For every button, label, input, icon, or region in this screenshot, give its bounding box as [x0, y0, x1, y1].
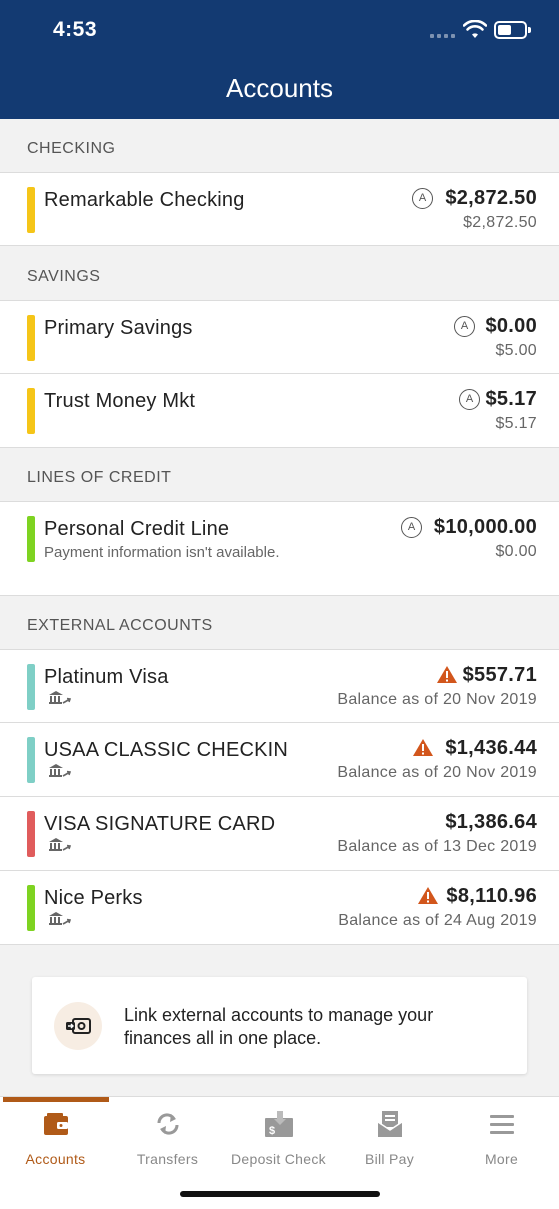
account-color-bar — [27, 664, 35, 710]
available-balance-badge-icon: A — [454, 316, 475, 337]
account-row-remarkable-checking[interactable]: Remarkable Checking A $2,872.50 $2,872.5… — [0, 172, 559, 246]
home-indicator[interactable] — [180, 1191, 380, 1197]
account-name: Primary Savings — [44, 317, 193, 339]
current-balance: $2,872.50 — [463, 214, 537, 231]
balance-as-of: Balance as of 20 Nov 2019 — [337, 764, 537, 781]
account-color-bar — [27, 187, 35, 233]
tab-label: Deposit Check — [231, 1151, 326, 1167]
available-balance-badge-icon: A — [412, 188, 433, 209]
link-account-icon — [54, 1002, 102, 1050]
promo-message: Link external accounts to manage your fi… — [124, 1005, 434, 1048]
account-name: Platinum Visa — [44, 666, 169, 688]
section-header-lines-of-credit: LINES OF CREDIT — [27, 469, 172, 486]
warning-icon[interactable] — [417, 886, 439, 905]
hamburger-menu-icon — [489, 1115, 514, 1134]
warning-icon[interactable] — [412, 738, 434, 757]
external-account-row-nice-perks[interactable]: Nice Perks $8,110.96 Balance as of 24 Au… — [0, 871, 559, 945]
section-header-savings: SAVINGS — [27, 268, 101, 285]
available-balance: $10,000.00 — [433, 516, 537, 538]
available-balance-badge-icon: A — [459, 389, 480, 410]
account-color-bar — [27, 388, 35, 434]
wallet-icon — [43, 1113, 68, 1135]
available-balance: $5.17 — [485, 388, 537, 410]
battery-icon — [494, 21, 531, 39]
bill-envelope-icon — [377, 1111, 402, 1137]
tab-label: Transfers — [136, 1151, 199, 1167]
account-name: Trust Money Mkt — [44, 390, 196, 412]
tab-label: Bill Pay — [364, 1151, 415, 1167]
account-name: Remarkable Checking — [44, 189, 245, 211]
account-subtitle: Payment information isn't available. — [44, 544, 280, 561]
current-balance: $5.00 — [495, 342, 537, 359]
external-account-row-visa-signature-card[interactable]: VISA SIGNATURE CARD $1,386.64 Balance as… — [0, 797, 559, 871]
status-time: 4:53 — [53, 18, 98, 41]
linked-bank-icon — [49, 764, 72, 777]
account-balance: $1,386.64 — [445, 811, 537, 833]
available-balance: $0.00 — [485, 315, 537, 337]
warning-icon[interactable] — [436, 665, 458, 684]
section-header-checking: CHECKING — [27, 140, 116, 157]
external-account-row-usaa-classic-checkin[interactable]: USAA CLASSIC CHECKIN $1,436.44 Balance a… — [0, 723, 559, 797]
account-color-bar — [27, 811, 35, 857]
account-balance: $8,110.96 — [446, 885, 537, 907]
balance-as-of: Balance as of 20 Nov 2019 — [337, 691, 537, 708]
tab-label: Accounts — [25, 1151, 86, 1167]
account-color-bar — [27, 315, 35, 361]
available-balance-badge-icon: A — [401, 517, 422, 538]
current-balance: $5.17 — [495, 415, 537, 432]
app-header: 4:53 Accounts — [0, 0, 559, 119]
account-row-personal-credit-line[interactable]: Personal Credit Line Payment information… — [0, 501, 559, 596]
balance-as-of: Balance as of 13 Dec 2019 — [337, 838, 537, 855]
account-color-bar — [27, 737, 35, 783]
account-color-bar — [27, 516, 35, 562]
tab-more[interactable]: More — [446, 1109, 557, 1167]
available-balance: $2,872.50 — [445, 187, 537, 209]
account-color-bar — [27, 885, 35, 931]
linked-bank-icon — [49, 912, 72, 925]
account-name: Nice Perks — [44, 887, 143, 909]
account-balance: $557.71 — [462, 664, 537, 686]
linked-bank-icon — [49, 838, 72, 851]
account-name: USAA CLASSIC CHECKIN — [44, 739, 289, 761]
tab-transfers[interactable]: Transfers — [112, 1109, 223, 1167]
external-account-row-platinum-visa[interactable]: Platinum Visa $557.71 Balance as of 20 N… — [0, 649, 559, 723]
account-row-primary-savings[interactable]: Primary Savings A $0.00 $5.00 — [0, 300, 559, 374]
account-name: Personal Credit Line — [44, 518, 230, 540]
account-name: VISA SIGNATURE CARD — [44, 813, 276, 835]
active-tab-indicator — [3, 1097, 109, 1102]
cellular-signal-icon — [430, 34, 455, 38]
link-external-accounts-card[interactable]: Link external accounts to manage your fi… — [32, 977, 527, 1074]
tab-accounts[interactable]: Accounts — [0, 1109, 111, 1167]
account-balance: $1,436.44 — [445, 737, 537, 759]
section-header-external-accounts: EXTERNAL ACCOUNTS — [27, 617, 213, 634]
transfer-arrows-icon — [156, 1113, 179, 1135]
tab-label: More — [484, 1151, 519, 1167]
tab-deposit-check[interactable]: $ Deposit Check — [223, 1109, 334, 1167]
page-title: Accounts — [226, 73, 333, 103]
tab-bill-pay[interactable]: Bill Pay — [334, 1109, 445, 1167]
wifi-icon — [463, 20, 487, 38]
balance-as-of: Balance as of 24 Aug 2019 — [338, 912, 537, 929]
account-row-trust-money-mkt[interactable]: Trust Money Mkt A $5.17 $5.17 — [0, 374, 559, 448]
svg-text:$: $ — [269, 1125, 275, 1137]
linked-bank-icon — [49, 691, 72, 704]
deposit-check-icon: $ — [264, 1111, 293, 1137]
current-balance: $0.00 — [495, 543, 537, 560]
